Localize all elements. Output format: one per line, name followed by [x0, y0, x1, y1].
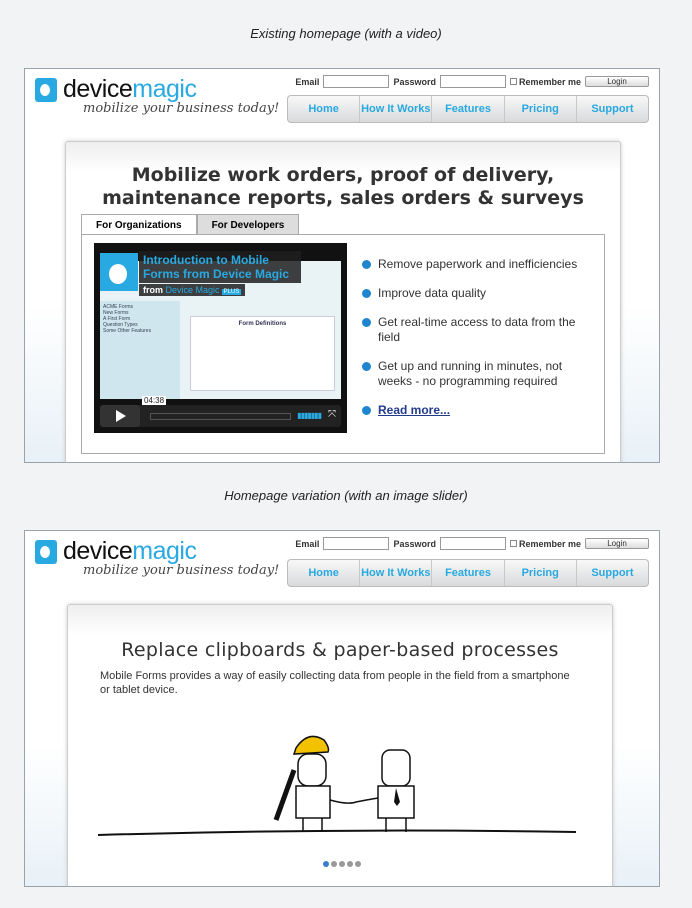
logo-text-accent: magic [132, 75, 197, 103]
nav-features[interactable]: Features [432, 96, 505, 122]
slide-dot[interactable] [339, 861, 345, 867]
slider-pagination [323, 861, 361, 867]
logo-text-accent: magic [132, 537, 197, 565]
tab-content: ACME Forms New Forms A First Form Question … [81, 234, 605, 454]
video-controls: 04:38 ▮▮▮▮▮▮▮ ⤧ [100, 396, 341, 427]
plus-badge: PLUS [221, 289, 242, 295]
volume-icon[interactable]: ▮▮▮▮▮▮▮ [297, 411, 322, 420]
slide-dot[interactable] [355, 861, 361, 867]
nav-support[interactable]: Support [577, 96, 648, 122]
fullscreen-icon[interactable]: ⤧ [328, 409, 336, 420]
remember-me-checkbox[interactable]: Remember me [509, 76, 581, 87]
list-item-read-more: Read more... [362, 403, 592, 418]
video-form-definitions: Form Definitions [190, 316, 335, 391]
tagline: mobilize your business today! [83, 101, 280, 116]
tab-for-developers[interactable]: For Developers [196, 214, 300, 236]
remember-me-checkbox[interactable]: Remember me [509, 538, 581, 549]
existing-homepage: devicemagic mobilize your business today… [24, 68, 660, 463]
nav-features[interactable]: Features [432, 560, 505, 586]
video-player[interactable]: ACME Forms New Forms A First Form Question … [94, 243, 347, 433]
email-label: Email [295, 538, 320, 549]
slide-dot[interactable] [347, 861, 353, 867]
list-item: Get up and running in minutes, not weeks… [362, 359, 592, 389]
remember-me-label: Remember me [518, 76, 581, 87]
tagline: mobilize your business today! [83, 563, 280, 578]
video-author-link[interactable]: Device Magic [166, 285, 220, 295]
caption-variation: Homepage variation (with an image slider… [224, 488, 468, 503]
logo-mark-icon [35, 539, 57, 564]
password-label: Password [393, 76, 436, 87]
read-more-link[interactable]: Read more... [378, 403, 450, 417]
slide-dot[interactable] [323, 861, 329, 867]
video-title[interactable]: Introduction to Mobile Forms from Device… [139, 251, 301, 283]
remember-me-label: Remember me [518, 538, 581, 549]
video-sidebar: ACME Forms New Forms A First Form Question … [100, 301, 180, 399]
video-duration: 04:38 [142, 396, 167, 405]
nav-how-it-works[interactable]: How It Works [360, 96, 433, 122]
list-item: Get real-time access to data from the fi… [362, 315, 592, 345]
variation-homepage: devicemagic mobilize your business today… [24, 530, 660, 887]
benefits-list: Remove paperwork and inefficiencies Impr… [362, 257, 592, 432]
video-byline: from Device Magic PLUS [139, 284, 246, 296]
caption-existing: Existing homepage (with a video) [250, 26, 442, 41]
tabs: For Organizations For Developers [81, 214, 300, 236]
workers-handshake-illustration [98, 735, 577, 836]
email-label: Email [295, 76, 320, 87]
logo[interactable]: devicemagic [35, 537, 197, 566]
headline: Mobilize work orders, proof of delivery,… [102, 164, 584, 209]
nav-support[interactable]: Support [577, 560, 648, 586]
logo-text: device [63, 75, 133, 103]
slide-dot[interactable] [331, 861, 337, 867]
main-nav: Home How It Works Features Pricing Support [287, 559, 649, 587]
tab-for-organizations[interactable]: For Organizations [81, 214, 197, 236]
password-input[interactable] [439, 537, 506, 550]
login-form: Email Password Remember me Login [295, 537, 649, 550]
login-button[interactable]: Login [585, 76, 649, 87]
nav-home[interactable]: Home [288, 96, 361, 122]
slide-headline: Replace clipboards & paper-based process… [121, 639, 559, 661]
nav-pricing[interactable]: Pricing [505, 96, 577, 122]
password-label: Password [393, 538, 436, 549]
logo-text: device [63, 537, 133, 565]
list-item: Improve data quality [362, 286, 592, 301]
video-logo-icon [100, 253, 138, 291]
main-nav: Home How It Works Features Pricing Support [287, 95, 649, 123]
login-form: Email Password Remember me Login [295, 75, 649, 88]
list-item: Remove paperwork and inefficiencies [362, 257, 592, 272]
nav-pricing[interactable]: Pricing [505, 560, 577, 586]
video-progress-bar[interactable] [150, 413, 291, 420]
password-input[interactable] [439, 75, 506, 88]
hero-panel: Mobilize work orders, proof of delivery,… [65, 141, 621, 462]
email-input[interactable] [323, 537, 390, 550]
slider-panel: Replace clipboards & paper-based process… [67, 604, 613, 886]
email-input[interactable] [323, 75, 390, 88]
nav-how-it-works[interactable]: How It Works [360, 560, 433, 586]
login-button[interactable]: Login [585, 538, 649, 549]
logo-mark-icon [35, 77, 57, 102]
slide-description: Mobile Forms provides a way of easily co… [100, 670, 570, 696]
logo[interactable]: devicemagic [35, 75, 197, 104]
nav-home[interactable]: Home [288, 560, 361, 586]
play-icon[interactable] [100, 405, 140, 427]
